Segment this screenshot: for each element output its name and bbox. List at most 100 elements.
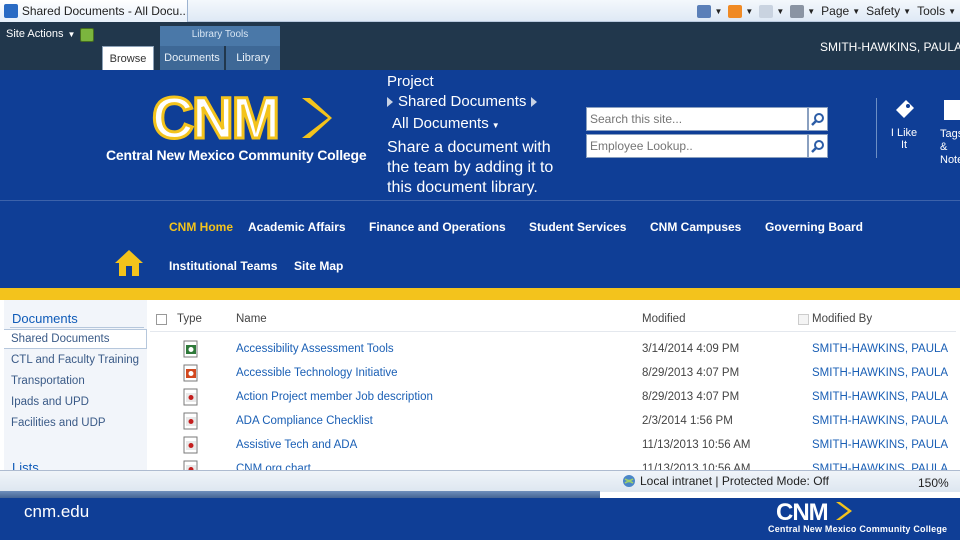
table-row[interactable]: Action Project member Job description 8/2…	[150, 388, 956, 412]
document-modified-by-link[interactable]: SMITH-HAWKINS, PAULA	[812, 391, 948, 403]
quick-launch-item-ipads-upd[interactable]: Ipads and UPD	[11, 396, 89, 408]
document-name-link[interactable]: Accessibility Assessment Tools	[236, 343, 394, 355]
document-name-link[interactable]: Accessible Technology Initiative	[236, 367, 398, 379]
svg-text:CNM: CNM	[152, 90, 278, 146]
document-name-link[interactable]: ADA Compliance Checklist	[236, 415, 373, 427]
footer-college-name: Central New Mexico Community College	[768, 524, 948, 534]
nav-cnm-campuses[interactable]: CNM Campuses	[650, 220, 741, 234]
pdf-file-icon[interactable]	[182, 388, 200, 406]
column-header-modified-by[interactable]: Modified By	[812, 313, 872, 325]
document-modified-by-link[interactable]: SMITH-HAWKINS, PAULA	[812, 439, 948, 451]
nav-cnm-home[interactable]: CNM Home	[169, 220, 233, 234]
document-modified-by-link[interactable]: SMITH-HAWKINS, PAULA	[812, 367, 948, 379]
divider	[150, 331, 956, 332]
home-icon	[697, 4, 712, 18]
nav-institutional-teams[interactable]: Institutional Teams	[169, 259, 277, 273]
breadcrumb-shared-documents[interactable]: Shared Documents	[398, 93, 526, 110]
page-menu-label: Page	[821, 4, 850, 18]
browser-commands: ▼ ▼ ▼ ▼ Page ▼ Safety ▼ Tools ▼	[697, 0, 960, 22]
select-all-checkbox[interactable]	[156, 314, 167, 325]
table-row[interactable]: Assistive Tech and ADA 11/13/2013 10:56 A…	[150, 436, 956, 460]
site-actions-label: Site Actions	[6, 28, 64, 40]
library-tools-group-label: Library Tools	[160, 26, 280, 46]
view-selector[interactable]: All Documents ▼	[392, 115, 500, 132]
pdf-file-icon[interactable]	[182, 412, 200, 430]
site-actions-menu[interactable]: Site Actions ▼	[6, 28, 75, 40]
home-icon[interactable]	[113, 248, 145, 281]
print-button[interactable]: ▼	[790, 4, 815, 18]
home-button[interactable]: ▼	[697, 4, 722, 18]
nav-finance-operations[interactable]: Finance and Operations	[369, 220, 506, 234]
safety-menu-label: Safety	[866, 4, 901, 18]
note-icon	[944, 100, 960, 120]
user-menu[interactable]: SMITH-HAWKINS, PAULA	[820, 40, 960, 54]
chevron-down-icon: ▼	[67, 30, 76, 39]
powerpoint-file-icon[interactable]	[182, 364, 200, 382]
page-menu[interactable]: Page ▼	[821, 4, 860, 18]
tools-menu-label: Tools	[917, 4, 946, 18]
svg-text:CNM: CNM	[776, 499, 828, 524]
security-zone-label: Local intranet | Protected Mode: Off	[640, 474, 829, 488]
safety-menu[interactable]: Safety ▼	[866, 4, 911, 18]
column-header-name[interactable]: Name	[236, 313, 267, 325]
employee-lookup-button[interactable]	[808, 134, 828, 158]
search-button[interactable]	[808, 107, 828, 131]
column-header-type[interactable]: Type	[177, 313, 202, 325]
document-modified: 3/14/2014 4:09 PM	[642, 343, 740, 355]
modified-by-filter-box	[798, 314, 809, 325]
chevron-down-icon: ▼	[491, 121, 500, 130]
employee-lookup-input[interactable]	[586, 134, 808, 158]
quick-launch-item-shared-documents[interactable]: Shared Documents	[11, 333, 109, 345]
rss-feed-button[interactable]: ▼	[728, 4, 753, 18]
zoom-level[interactable]: 150%	[918, 476, 949, 490]
nav-site-map[interactable]: Site Map	[294, 259, 343, 273]
footer-url: cnm.edu	[24, 502, 90, 521]
tag-icon	[896, 100, 914, 118]
quick-launch-item-transportation[interactable]: Transportation	[11, 375, 85, 387]
table-row[interactable]: Accessible Technology Initiative 8/29/201…	[150, 364, 956, 388]
tab-library[interactable]: Library	[226, 46, 280, 70]
search-input[interactable]	[586, 107, 808, 131]
breadcrumb-separator-icon	[531, 96, 538, 107]
document-modified: 2/3/2014 1:56 PM	[642, 415, 733, 427]
table-row[interactable]: Accessibility Assessment Tools 3/14/2014 …	[150, 340, 956, 364]
browser-tab-title: Shared Documents - All Docu...	[21, 4, 187, 18]
excel-file-icon[interactable]	[182, 340, 200, 358]
quick-launch-item-ctl-faculty-training[interactable]: CTL and Faculty Training	[11, 354, 139, 366]
header-divider	[876, 98, 877, 158]
college-name: Central New Mexico Community College	[106, 147, 367, 163]
document-modified-by-link[interactable]: SMITH-HAWKINS, PAULA	[812, 415, 948, 427]
tags-notes-button[interactable]: Tags & Notes	[940, 98, 960, 167]
document-name-link[interactable]: Assistive Tech and ADA	[236, 439, 357, 451]
i-like-it-button[interactable]: I Like It	[888, 98, 920, 151]
document-modified: 8/29/2013 4:07 PM	[642, 391, 740, 403]
document-modified: 8/29/2013 4:07 PM	[642, 367, 740, 379]
search-icon	[811, 113, 824, 126]
breadcrumb-project[interactable]: Project	[387, 73, 434, 90]
table-row[interactable]: ADA Compliance Checklist 2/3/2014 1:56 PM…	[150, 412, 956, 436]
breadcrumb-separator-icon	[387, 96, 393, 107]
nav-governing-board[interactable]: Governing Board	[765, 220, 863, 234]
security-zone[interactable]: Local intranet | Protected Mode: Off	[622, 474, 829, 488]
read-mail-icon	[759, 4, 774, 18]
column-header-modified[interactable]: Modified	[642, 313, 685, 325]
navigate-up-icon[interactable]	[80, 28, 94, 42]
tab-browse[interactable]: Browse	[102, 46, 154, 70]
quick-launch-item-facilities-udp[interactable]: Facilities and UDP	[11, 417, 106, 429]
cnm-logo[interactable]: CNM	[152, 90, 332, 146]
tags-notes-label: Tags & Notes	[940, 128, 960, 166]
breadcrumb: Shared Documents	[387, 93, 538, 110]
tools-menu[interactable]: Tools ▼	[917, 4, 956, 18]
read-mail-button[interactable]: ▼	[759, 4, 784, 18]
tab-documents[interactable]: Documents	[160, 46, 224, 70]
divider	[10, 327, 144, 328]
nav-academic-affairs[interactable]: Academic Affairs	[248, 220, 346, 234]
quick-launch-title[interactable]: Documents	[12, 311, 78, 326]
pdf-file-icon[interactable]	[182, 436, 200, 454]
print-icon	[790, 4, 805, 18]
document-name-link[interactable]: Action Project member Job description	[236, 391, 433, 403]
nav-student-services[interactable]: Student Services	[529, 220, 626, 234]
sharepoint-page-icon	[4, 4, 18, 18]
browser-tab[interactable]: Shared Documents - All Docu...	[0, 0, 188, 22]
document-modified-by-link[interactable]: SMITH-HAWKINS, PAULA	[812, 343, 948, 355]
